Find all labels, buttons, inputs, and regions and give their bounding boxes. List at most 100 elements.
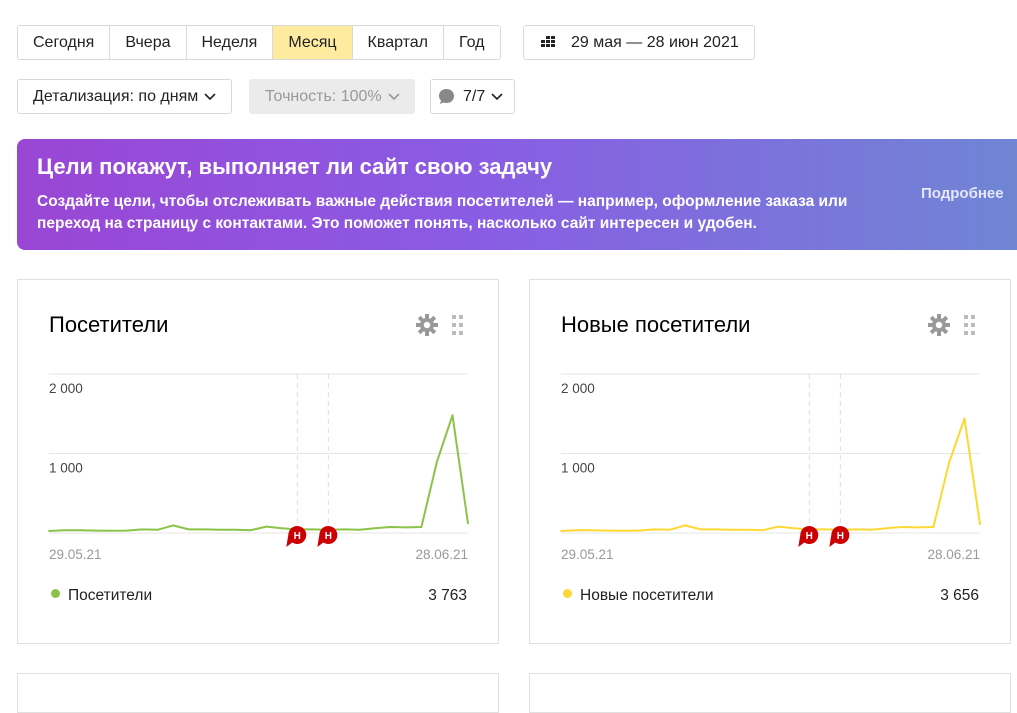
data-point xyxy=(637,529,640,532)
widget-placeholder xyxy=(17,673,499,713)
calendar-icon xyxy=(541,35,555,47)
y-tick-label: 1 000 xyxy=(49,461,83,476)
annotation-marker-label: Н xyxy=(806,531,813,542)
gear-icon[interactable] xyxy=(416,314,438,336)
data-point xyxy=(792,527,795,530)
period-selector: Сегодня Вчера Неделя Месяц Квартал Год xyxy=(17,25,501,60)
data-point xyxy=(125,529,128,532)
data-point xyxy=(606,529,609,532)
data-point xyxy=(684,524,686,527)
data-point xyxy=(715,528,718,531)
data-point xyxy=(948,462,950,464)
data-point xyxy=(234,528,237,531)
data-point xyxy=(358,528,361,531)
data-point xyxy=(374,527,376,530)
banner-more-link[interactable]: Подробнее xyxy=(921,185,1004,202)
data-point xyxy=(311,528,314,531)
y-tick-label: 2 000 xyxy=(49,381,83,396)
series-line xyxy=(48,414,469,532)
data-point xyxy=(963,417,966,420)
data-point xyxy=(94,529,97,532)
data-point xyxy=(172,524,175,527)
data-point xyxy=(746,528,749,531)
new-visitors-widget: Новые посетители 2 000 1 000 Н Н 29.05.21 28.… xyxy=(529,279,1011,644)
period-year-button[interactable]: Год xyxy=(444,26,500,59)
data-point xyxy=(699,528,702,531)
data-point xyxy=(979,523,981,526)
data-point xyxy=(280,527,283,530)
segments-dropdown[interactable]: 7/7 xyxy=(430,79,515,114)
data-point xyxy=(110,529,112,532)
data-point xyxy=(855,528,857,531)
data-point xyxy=(265,525,268,528)
gear-icon[interactable] xyxy=(928,314,950,336)
data-point xyxy=(218,528,221,531)
period-week-button[interactable]: Неделя xyxy=(186,26,274,59)
legend-marker xyxy=(51,589,60,598)
date-range-label: 29 мая — 28 июн 2021 xyxy=(571,33,739,51)
data-point xyxy=(901,526,904,528)
drag-handle-icon[interactable] xyxy=(964,315,976,335)
data-point xyxy=(823,528,826,531)
annotation-marker-label: Н xyxy=(325,531,332,542)
chevron-down-icon xyxy=(204,92,216,100)
banner-title: Цели покажут, выполняет ли сайт свою зад… xyxy=(37,154,553,179)
legend-total: 3 656 xyxy=(940,587,979,604)
data-point xyxy=(653,528,655,531)
data-point xyxy=(730,528,733,531)
data-point xyxy=(575,529,578,532)
segments-label: 7/7 xyxy=(463,87,486,105)
data-point xyxy=(436,460,438,463)
legend-marker xyxy=(563,589,572,598)
detail-dropdown[interactable]: Детализация: по дням xyxy=(17,79,232,114)
visitors-widget: Посетители 2 000 1 000 Н Н 29.05.21 28.06.21 … xyxy=(17,279,499,644)
drag-handle-icon[interactable] xyxy=(452,315,464,335)
data-point xyxy=(467,522,469,525)
legend-label: Посетители xyxy=(68,587,153,604)
detail-label: Детализация: по дням xyxy=(33,87,199,105)
legend-total: 3 763 xyxy=(428,587,467,604)
data-point xyxy=(591,529,593,532)
chevron-down-icon xyxy=(491,92,503,100)
x-tick-label: 28.06.21 xyxy=(927,547,980,560)
annotation-marker-label: Н xyxy=(837,531,844,542)
data-point xyxy=(48,530,50,532)
legend-label: Новые посетители xyxy=(580,587,714,604)
data-point xyxy=(343,528,345,531)
date-range-button[interactable]: 29 мая — 28 июн 2021 xyxy=(523,25,755,60)
data-point xyxy=(451,414,454,417)
data-point xyxy=(668,528,671,531)
series-line xyxy=(560,417,981,532)
data-point xyxy=(560,530,562,532)
x-tick-label: 29.05.21 xyxy=(49,547,102,560)
chevron-down-icon xyxy=(388,92,400,100)
data-point xyxy=(156,528,159,531)
visitors-chart: 2 000 1 000 Н Н 29.05.21 28.06.21 xyxy=(48,373,469,560)
widget-title: Новые посетители xyxy=(561,312,751,337)
data-point xyxy=(917,526,919,529)
period-quarter-button[interactable]: Квартал xyxy=(352,26,445,59)
goals-banner: Цели покажут, выполняет ли сайт свою зад… xyxy=(17,139,1017,250)
data-point xyxy=(886,527,888,530)
widget-placeholder xyxy=(529,673,1011,713)
period-today-button[interactable]: Сегодня xyxy=(18,26,111,59)
y-tick-label: 2 000 xyxy=(561,381,595,396)
data-point xyxy=(141,528,143,531)
data-point xyxy=(249,529,252,532)
data-point xyxy=(420,526,423,528)
data-point xyxy=(761,529,764,532)
period-yesterday-button[interactable]: Вчера xyxy=(110,26,187,59)
data-point xyxy=(187,528,190,531)
x-tick-label: 29.05.21 xyxy=(561,547,614,560)
banner-text: Создайте цели, чтобы отслеживать важные … xyxy=(37,193,848,232)
data-point xyxy=(203,528,206,531)
data-point xyxy=(777,525,780,528)
x-tick-label: 28.06.21 xyxy=(415,547,468,560)
data-point xyxy=(389,526,392,528)
data-point xyxy=(932,526,935,528)
data-point xyxy=(622,529,624,532)
data-point xyxy=(405,526,407,529)
period-month-button[interactable]: Месяц xyxy=(273,26,353,59)
accuracy-dropdown[interactable]: Точность: 100% xyxy=(249,79,415,114)
data-point xyxy=(870,528,873,531)
